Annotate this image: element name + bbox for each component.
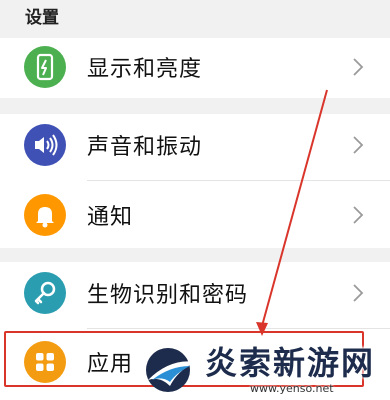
watermark-text: 炎索新游网	[205, 344, 376, 382]
watermark: 炎索新游网 www.yenso.net	[140, 336, 390, 400]
watermark-url: www.yenso.net	[250, 382, 334, 395]
watermark-logo-icon	[146, 348, 196, 392]
